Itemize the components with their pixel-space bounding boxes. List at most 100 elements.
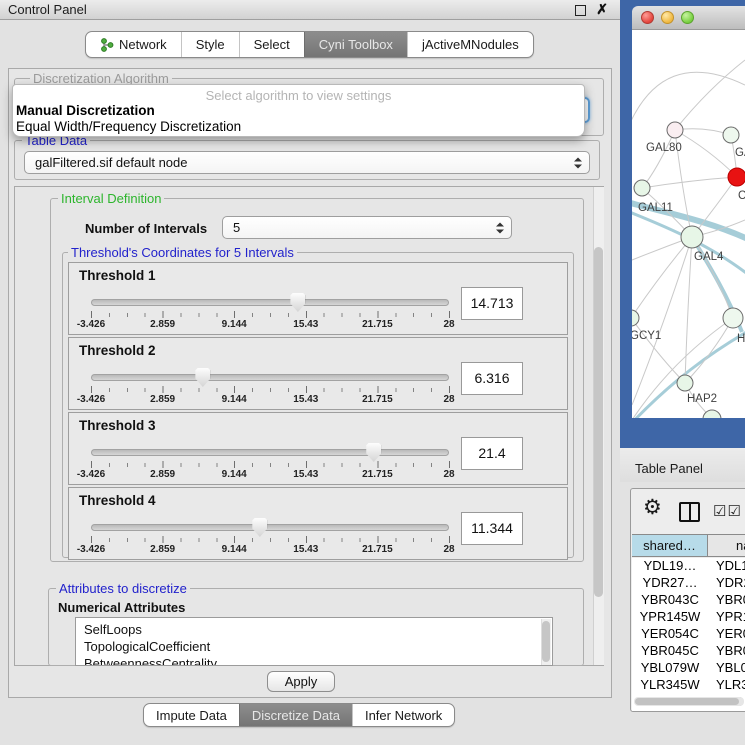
tab-cyni-toolbox[interactable]: Cyni Toolbox xyxy=(304,32,407,57)
node-h[interactable] xyxy=(723,308,743,328)
threshold-4-value[interactable]: 11.344 xyxy=(461,512,523,545)
slider-major-ticks xyxy=(91,461,450,468)
number-of-intervals-combo[interactable]: 5 xyxy=(222,216,512,239)
threshold-3-slider[interactable] xyxy=(91,449,449,456)
table-row[interactable]: YLR345WYLR3 xyxy=(632,677,745,694)
column-header-shared[interactable]: shared… xyxy=(632,535,708,556)
table-row[interactable]: YBR045CYBR0 xyxy=(632,643,745,660)
table-row[interactable]: YDR27…YDR2 xyxy=(632,575,745,592)
numerical-attributes-label: Numerical Attributes xyxy=(58,600,185,615)
threshold-1-panel: Threshold 1 -3.426 2.859 9.144 15.43 21.… xyxy=(68,262,568,335)
algorithm-dropdown: Select algorithm to view settings Manual… xyxy=(12,84,585,137)
table-row[interactable]: YDL19…YDL1 xyxy=(632,558,745,575)
node-partial[interactable] xyxy=(703,410,721,418)
node-hap2[interactable] xyxy=(677,375,693,391)
control-panel-titlebar: Control Panel ✗ xyxy=(0,0,620,20)
slider-thumb[interactable] xyxy=(252,518,267,537)
node-gcy1[interactable] xyxy=(632,310,639,326)
checkbox-icons[interactable]: ☑☑ xyxy=(713,502,742,520)
column-header-name[interactable]: na xyxy=(708,535,745,556)
gear-icon[interactable]: ⚙ xyxy=(643,495,662,520)
node-label: H xyxy=(737,333,745,345)
tab-jactivemnodules[interactable]: jActiveMNodules xyxy=(407,32,533,57)
number-of-intervals-value: 5 xyxy=(233,220,240,235)
slider-tick-labels: -3.426 2.859 9.144 15.43 21.715 28 xyxy=(91,394,449,406)
table-rows: YDL19…YDL1 YDR27…YDR2 YBR043CYBR0 YPR145… xyxy=(632,558,745,711)
network-canvas[interactable]: GAL80 GA C GAL11 GAL4 GCY1 H HAP2 xyxy=(632,30,745,418)
minimize-traffic-light[interactable] xyxy=(661,11,674,24)
threshold-2-slider[interactable] xyxy=(91,374,449,381)
table-header: shared… na xyxy=(632,534,745,557)
node-red-selected[interactable] xyxy=(728,168,745,186)
close-icon[interactable]: ✗ xyxy=(596,1,608,18)
thresholds-group-label: Threshold's Coordinates for 5 Intervals xyxy=(68,245,297,260)
slider-thumb[interactable] xyxy=(366,443,381,462)
node-label: GA xyxy=(735,147,745,159)
bottom-tabbar: Impute Data Discretize Data Infer Networ… xyxy=(143,703,455,727)
slider-thumb[interactable] xyxy=(290,293,305,312)
panel-scrollbar-thumb[interactable] xyxy=(594,247,603,597)
tab-discretize-data[interactable]: Discretize Data xyxy=(239,704,352,726)
tab-select[interactable]: Select xyxy=(239,32,304,57)
threshold-1-slider[interactable] xyxy=(91,299,449,306)
threshold-4-slider[interactable] xyxy=(91,524,449,531)
slider-major-ticks xyxy=(91,386,450,393)
tab-infer-network[interactable]: Infer Network xyxy=(352,704,454,726)
number-of-intervals-label: Number of Intervals xyxy=(85,221,207,236)
threshold-1-label: Threshold 1 xyxy=(79,268,156,283)
horizontal-scrollbar-thumb[interactable] xyxy=(635,698,739,705)
node-label: HAP2 xyxy=(687,393,717,405)
apply-button[interactable]: Apply xyxy=(267,671,335,692)
slider-tick-labels: -3.426 2.859 9.144 15.43 21.715 28 xyxy=(91,319,449,331)
node-gal80[interactable] xyxy=(667,122,683,138)
threshold-2-panel: Threshold 2 -3.426 2.859 9.144 15.43 21.… xyxy=(68,337,568,410)
list-item[interactable]: TopologicalCoefficient xyxy=(76,638,552,655)
slider-tick-labels: -3.426 2.859 9.144 15.43 21.715 28 xyxy=(91,469,449,481)
dropdown-option-manual[interactable]: Manual Discretization xyxy=(16,103,155,118)
tab-impute-data[interactable]: Impute Data xyxy=(144,704,239,726)
table-data-combo[interactable]: galFiltered.sif default node xyxy=(24,151,590,174)
attributes-group-label: Attributes to discretize xyxy=(56,581,190,596)
table-data-value: galFiltered.sif default node xyxy=(35,155,187,170)
node-label: GAL11 xyxy=(638,202,673,214)
network-window-titlebar xyxy=(632,6,745,30)
slider-thumb[interactable] xyxy=(195,368,210,387)
node-gal11[interactable] xyxy=(634,180,650,196)
node-label: GCY1 xyxy=(632,330,661,342)
numerical-attributes-list[interactable]: SelfLoops TopologicalCoefficient Between… xyxy=(75,617,553,666)
horizontal-scrollbar-track[interactable] xyxy=(634,697,744,706)
table-row[interactable]: YBL079WYBL0 xyxy=(632,660,745,677)
table-panel-title: Table Panel xyxy=(635,461,703,476)
table-row[interactable]: YBR043CYBR0 xyxy=(632,592,745,609)
list-scrollbar-thumb[interactable] xyxy=(542,621,550,662)
threshold-4-panel: Threshold 4 -3.426 2.859 9.144 15.43 21.… xyxy=(68,487,568,560)
threshold-2-value[interactable]: 6.316 xyxy=(461,362,523,395)
split-columns-icon[interactable] xyxy=(679,502,700,522)
threshold-3-value[interactable]: 21.4 xyxy=(461,437,523,470)
node-ga[interactable] xyxy=(723,127,739,143)
tab-network[interactable]: Network xyxy=(86,32,181,57)
threshold-3-panel: Threshold 3 -3.426 2.859 9.144 15.43 21.… xyxy=(68,412,568,485)
float-window-icon[interactable] xyxy=(575,5,586,16)
threshold-2-label: Threshold 2 xyxy=(79,343,156,358)
zoom-traffic-light[interactable] xyxy=(681,11,694,24)
dropdown-placeholder: Select algorithm to view settings xyxy=(13,88,584,103)
combo-arrows-icon xyxy=(496,222,503,233)
node-label: GAL4 xyxy=(694,251,724,263)
node-label: C xyxy=(738,190,745,202)
table-panel-titlebar: Table Panel xyxy=(620,448,745,482)
table-row[interactable]: YPR145WYPR1 xyxy=(632,609,745,626)
tab-style[interactable]: Style xyxy=(181,32,239,57)
threshold-3-label: Threshold 3 xyxy=(79,418,156,433)
screen: Control Panel ✗ Network Style Select Cyn… xyxy=(0,0,745,745)
dropdown-option-equal-width[interactable]: Equal Width/Frequency Discretization xyxy=(16,119,241,134)
table-row[interactable]: YER054CYER0 xyxy=(632,626,745,643)
list-item[interactable]: BetweennessCentrality xyxy=(76,655,552,666)
nodes[interactable] xyxy=(632,122,745,418)
threshold-1-value[interactable]: 14.713 xyxy=(461,287,523,320)
combo-arrows-icon xyxy=(574,157,581,168)
list-item[interactable]: SelfLoops xyxy=(76,621,552,638)
node-gal4[interactable] xyxy=(681,226,703,248)
network-icon xyxy=(100,38,114,52)
close-traffic-light[interactable] xyxy=(641,11,654,24)
